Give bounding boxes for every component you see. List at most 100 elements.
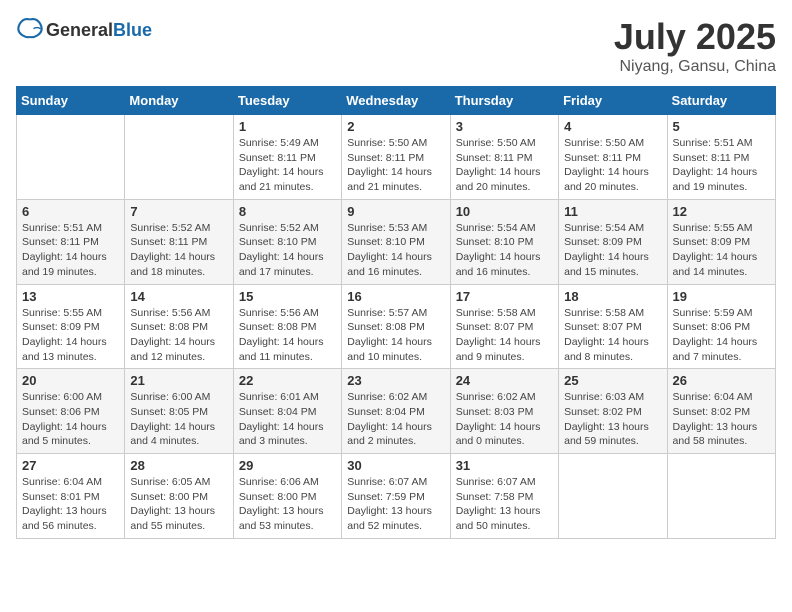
day-info: Sunrise: 5:59 AM Sunset: 8:06 PM Dayligh…: [673, 306, 770, 365]
day-number: 21: [130, 373, 227, 388]
day-info: Sunrise: 6:02 AM Sunset: 8:03 PM Dayligh…: [456, 390, 553, 449]
calendar-week-row: 6 Sunrise: 5:51 AM Sunset: 8:11 PM Daylig…: [17, 199, 776, 284]
calendar-week-row: 13 Sunrise: 5:55 AM Sunset: 8:09 PM Dayli…: [17, 284, 776, 369]
day-info: Sunrise: 6:04 AM Sunset: 8:02 PM Dayligh…: [673, 390, 770, 449]
day-number: 1: [239, 119, 336, 134]
day-info: Sunrise: 5:51 AM Sunset: 8:11 PM Dayligh…: [673, 136, 770, 195]
calendar-cell: 15 Sunrise: 5:56 AM Sunset: 8:08 PM Dayli…: [233, 284, 341, 369]
day-info: Sunrise: 6:07 AM Sunset: 7:59 PM Dayligh…: [347, 475, 444, 534]
calendar-cell: 20 Sunrise: 6:00 AM Sunset: 8:06 PM Dayli…: [17, 369, 125, 454]
day-info: Sunrise: 5:52 AM Sunset: 8:10 PM Dayligh…: [239, 221, 336, 280]
calendar-cell: 5 Sunrise: 5:51 AM Sunset: 8:11 PM Daylig…: [667, 115, 775, 200]
weekday-header-monday: Monday: [125, 87, 233, 115]
day-info: Sunrise: 5:53 AM Sunset: 8:10 PM Dayligh…: [347, 221, 444, 280]
day-info: Sunrise: 6:04 AM Sunset: 8:01 PM Dayligh…: [22, 475, 119, 534]
calendar-cell: 10Sunrise: 5:54 AM Sunset: 8:10 PM Dayli…: [450, 199, 558, 284]
calendar-cell: 28Sunrise: 6:05 AM Sunset: 8:00 PM Dayli…: [125, 454, 233, 539]
logo-blue-text: Blue: [113, 20, 152, 40]
day-info: Sunrise: 6:07 AM Sunset: 7:58 PM Dayligh…: [456, 475, 553, 534]
day-number: 3: [456, 119, 553, 134]
day-number: 17: [456, 289, 553, 304]
day-info: Sunrise: 5:58 AM Sunset: 8:07 PM Dayligh…: [456, 306, 553, 365]
day-info: Sunrise: 6:06 AM Sunset: 8:00 PM Dayligh…: [239, 475, 336, 534]
day-number: 19: [673, 289, 770, 304]
logo-icon: [16, 16, 44, 44]
day-number: 4: [564, 119, 661, 134]
day-info: Sunrise: 5:55 AM Sunset: 8:09 PM Dayligh…: [673, 221, 770, 280]
calendar-cell: 25 Sunrise: 6:03 AM Sunset: 8:02 PM Dayli…: [559, 369, 667, 454]
calendar-week-row: 1 Sunrise: 5:49 AM Sunset: 8:11 PM Daylig…: [17, 115, 776, 200]
calendar-cell: 11Sunrise: 5:54 AM Sunset: 8:09 PM Dayli…: [559, 199, 667, 284]
logo-general-text: General: [46, 20, 113, 40]
day-number: 2: [347, 119, 444, 134]
day-number: 15: [239, 289, 336, 304]
calendar-cell: 26 Sunrise: 6:04 AM Sunset: 8:02 PM Dayli…: [667, 369, 775, 454]
day-info: Sunrise: 5:50 AM Sunset: 8:11 PM Dayligh…: [347, 136, 444, 195]
day-info: Sunrise: 5:52 AM Sunset: 8:11 PM Dayligh…: [130, 221, 227, 280]
day-number: 5: [673, 119, 770, 134]
weekday-header-row: SundayMondayTuesdayWednesdayThursdayFrid…: [17, 87, 776, 115]
calendar-cell: [17, 115, 125, 200]
title-area: July 2025 Niyang, Gansu, China: [614, 16, 776, 76]
day-number: 12: [673, 204, 770, 219]
calendar-cell: 4 Sunrise: 5:50 AM Sunset: 8:11 PM Daylig…: [559, 115, 667, 200]
day-number: 10: [456, 204, 553, 219]
calendar-cell: 30 Sunrise: 6:07 AM Sunset: 7:59 PM Dayli…: [342, 454, 450, 539]
day-info: Sunrise: 5:50 AM Sunset: 8:11 PM Dayligh…: [456, 136, 553, 195]
calendar-week-row: 27 Sunrise: 6:04 AM Sunset: 8:01 PM Dayli…: [17, 454, 776, 539]
calendar-cell: 22Sunrise: 6:01 AM Sunset: 8:04 PM Dayli…: [233, 369, 341, 454]
day-number: 26: [673, 373, 770, 388]
weekday-header-tuesday: Tuesday: [233, 87, 341, 115]
calendar-cell: 17 Sunrise: 5:58 AM Sunset: 8:07 PM Dayli…: [450, 284, 558, 369]
weekday-header-saturday: Saturday: [667, 87, 775, 115]
weekday-header-wednesday: Wednesday: [342, 87, 450, 115]
calendar-cell: 7 Sunrise: 5:52 AM Sunset: 8:11 PM Daylig…: [125, 199, 233, 284]
calendar-cell: 1 Sunrise: 5:49 AM Sunset: 8:11 PM Daylig…: [233, 115, 341, 200]
day-number: 30: [347, 458, 444, 473]
logo: GeneralBlue: [16, 16, 152, 44]
day-number: 9: [347, 204, 444, 219]
calendar-cell: 23Sunrise: 6:02 AM Sunset: 8:04 PM Dayli…: [342, 369, 450, 454]
calendar-cell: 21 Sunrise: 6:00 AM Sunset: 8:05 PM Dayli…: [125, 369, 233, 454]
header: GeneralBlue July 2025 Niyang, Gansu, Chi…: [16, 16, 776, 76]
calendar-cell: [125, 115, 233, 200]
day-info: Sunrise: 5:56 AM Sunset: 8:08 PM Dayligh…: [239, 306, 336, 365]
day-number: 20: [22, 373, 119, 388]
calendar-cell: 29Sunrise: 6:06 AM Sunset: 8:00 PM Dayli…: [233, 454, 341, 539]
day-info: Sunrise: 6:00 AM Sunset: 8:05 PM Dayligh…: [130, 390, 227, 449]
day-info: Sunrise: 5:56 AM Sunset: 8:08 PM Dayligh…: [130, 306, 227, 365]
day-number: 7: [130, 204, 227, 219]
day-number: 13: [22, 289, 119, 304]
calendar-cell: [667, 454, 775, 539]
calendar-cell: 2 Sunrise: 5:50 AM Sunset: 8:11 PM Daylig…: [342, 115, 450, 200]
day-number: 27: [22, 458, 119, 473]
day-number: 14: [130, 289, 227, 304]
calendar-week-row: 20 Sunrise: 6:00 AM Sunset: 8:06 PM Dayli…: [17, 369, 776, 454]
calendar-cell: 16Sunrise: 5:57 AM Sunset: 8:08 PM Dayli…: [342, 284, 450, 369]
calendar-table: SundayMondayTuesdayWednesdayThursdayFrid…: [16, 86, 776, 539]
day-info: Sunrise: 5:55 AM Sunset: 8:09 PM Dayligh…: [22, 306, 119, 365]
day-info: Sunrise: 6:01 AM Sunset: 8:04 PM Dayligh…: [239, 390, 336, 449]
calendar-cell: 18Sunrise: 5:58 AM Sunset: 8:07 PM Dayli…: [559, 284, 667, 369]
calendar-cell: 9 Sunrise: 5:53 AM Sunset: 8:10 PM Daylig…: [342, 199, 450, 284]
day-number: 31: [456, 458, 553, 473]
day-info: Sunrise: 5:50 AM Sunset: 8:11 PM Dayligh…: [564, 136, 661, 195]
calendar-cell: 24 Sunrise: 6:02 AM Sunset: 8:03 PM Dayli…: [450, 369, 558, 454]
calendar-cell: 8 Sunrise: 5:52 AM Sunset: 8:10 PM Daylig…: [233, 199, 341, 284]
day-info: Sunrise: 5:51 AM Sunset: 8:11 PM Dayligh…: [22, 221, 119, 280]
day-number: 24: [456, 373, 553, 388]
day-number: 6: [22, 204, 119, 219]
calendar-cell: 31 Sunrise: 6:07 AM Sunset: 7:58 PM Dayli…: [450, 454, 558, 539]
calendar-cell: 3 Sunrise: 5:50 AM Sunset: 8:11 PM Daylig…: [450, 115, 558, 200]
calendar-cell: 19 Sunrise: 5:59 AM Sunset: 8:06 PM Dayli…: [667, 284, 775, 369]
day-number: 25: [564, 373, 661, 388]
day-number: 23: [347, 373, 444, 388]
day-info: Sunrise: 5:49 AM Sunset: 8:11 PM Dayligh…: [239, 136, 336, 195]
day-number: 18: [564, 289, 661, 304]
weekday-header-friday: Friday: [559, 87, 667, 115]
month-year-title: July 2025: [614, 16, 776, 58]
day-number: 28: [130, 458, 227, 473]
day-number: 8: [239, 204, 336, 219]
day-info: Sunrise: 6:00 AM Sunset: 8:06 PM Dayligh…: [22, 390, 119, 449]
day-info: Sunrise: 6:03 AM Sunset: 8:02 PM Dayligh…: [564, 390, 661, 449]
